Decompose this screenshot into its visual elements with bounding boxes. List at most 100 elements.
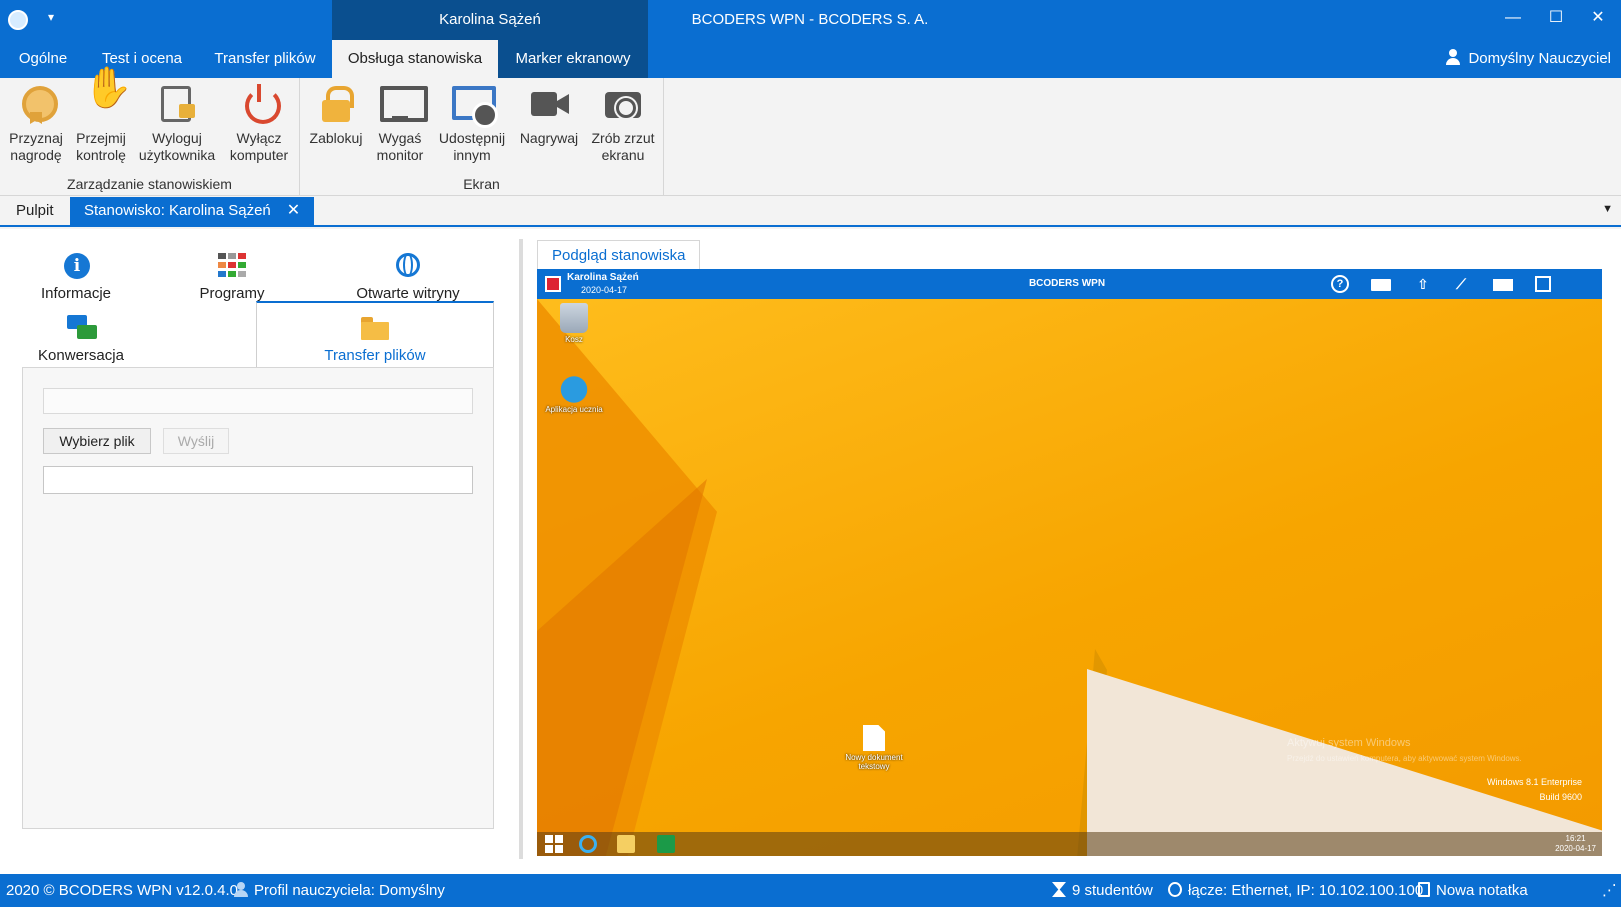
preview-tab[interactable]: Podgląd stanowiska — [537, 240, 701, 270]
award-button[interactable]: Przyznaj nagrodę — [6, 82, 66, 164]
start-icon — [545, 835, 563, 853]
activation-watermark-title: Aktywuj system Windows — [1287, 737, 1411, 749]
teacher-profile[interactable]: Profil nauczyciela: Domyślny — [234, 874, 445, 907]
tab-informacje[interactable]: Informacje — [26, 251, 126, 302]
group-label: Ekran — [463, 176, 500, 192]
user-icon — [234, 882, 248, 897]
user-icon — [1446, 49, 1461, 65]
desktop-icon-student-app: Aplikacja ucznia — [539, 373, 609, 414]
note-icon — [1418, 882, 1430, 897]
remote-date: 2020-04-17 — [581, 285, 628, 295]
doc-tab-label: Stanowisko: Karolina Sążeń — [84, 202, 271, 219]
apps-grid-icon — [216, 251, 248, 281]
transfer-status-field[interactable] — [43, 466, 473, 494]
record-button[interactable]: Nagrywaj — [514, 82, 584, 147]
windows-edition: Windows 8.1 Enterprise Build 9600 — [1486, 777, 1582, 802]
shutdown-button[interactable]: Wyłącz komputer — [222, 82, 296, 164]
remote-student-name: Karolina Sążeń — [567, 272, 639, 283]
upload-icon: ⇧ — [1417, 276, 1429, 292]
tab-transfer-plikow[interactable]: Transfer plików — [202, 40, 328, 78]
connection-info: łącze: Ethernet, IP: 10.102.100.100 — [1168, 874, 1423, 907]
remote-taskbar: 16:21 2020-04-17 — [537, 832, 1602, 856]
close-tab-icon[interactable]: ✕ — [287, 202, 300, 219]
status-bar: 2020 © BCODERS WPN v12.0.4.0 Profil nauc… — [0, 874, 1621, 907]
info-icon — [60, 251, 92, 281]
network-icon — [1168, 882, 1182, 897]
hand-icon — [81, 80, 133, 126]
recycle-bin-icon — [560, 303, 588, 333]
medal-icon — [16, 82, 58, 126]
students-icon — [1052, 882, 1066, 897]
title-bar: ▾ Karolina Sążeń BCODERS WPN - BCODERS S… — [0, 0, 1621, 40]
group-ekran: Zablokuj Wygaś monitor Udostępnij innym … — [300, 78, 664, 196]
file-explorer-icon — [617, 835, 635, 853]
tab-obsluga-stanowiska[interactable]: Obsługa stanowiska — [332, 40, 498, 78]
lock-button[interactable]: Zablokuj — [306, 82, 366, 147]
close-window-button[interactable]: ✕ — [1575, 0, 1621, 36]
tab-transfer-plikow-station[interactable]: Transfer plików — [256, 301, 494, 368]
lock-icon — [316, 82, 356, 126]
maximize-button[interactable]: ☐ — [1533, 0, 1579, 36]
minimize-button[interactable]: — — [1490, 0, 1536, 36]
chart-icon: ⟋ — [1456, 276, 1466, 292]
context-title: Karolina Sążeń — [332, 0, 648, 40]
monitor-off-button[interactable]: Wygaś monitor — [370, 82, 430, 164]
students-count[interactable]: 9 studentów — [1052, 874, 1153, 907]
file-path-field[interactable] — [43, 388, 473, 414]
remote-app-title: BCODERS WPN — [1028, 278, 1106, 289]
station-preview[interactable]: Karolina Sążeń 2020-04-17 BCODERS WPN ? … — [537, 269, 1602, 856]
desktop-icon-recycle-bin: Kosz — [539, 303, 609, 344]
quick-access-dropdown[interactable]: ▾ — [48, 10, 54, 24]
folder-open-icon — [359, 313, 391, 343]
pane-splitter[interactable] — [519, 239, 523, 859]
remote-clock: 16:21 2020-04-17 — [1555, 834, 1596, 853]
tab-programy[interactable]: Programy — [172, 251, 292, 302]
camera-icon — [603, 82, 643, 126]
app-logo-icon — [545, 276, 561, 292]
new-note-button[interactable]: Nowa notatka — [1418, 874, 1528, 907]
doc-tab-station[interactable]: Stanowisko: Karolina Sążeń ✕ — [70, 197, 315, 225]
current-user[interactable]: Domyślny Nauczyciel — [1446, 40, 1611, 78]
tab-konwersacja[interactable]: Konwersacja — [26, 313, 136, 364]
folder-icon — [1371, 279, 1391, 291]
send-button[interactable]: Wyślij — [163, 428, 229, 454]
group-label: Zarządzanie stanowiskiem — [67, 176, 232, 192]
window-title: BCODERS WPN - BCODERS S. A. — [691, 11, 929, 28]
monitor-icon — [380, 82, 428, 126]
choose-file-button[interactable]: Wybierz plik — [43, 428, 151, 454]
document-tab-bar: Pulpit Stanowisko: Karolina Sążeń ✕ ▼ — [0, 197, 1621, 227]
version-info: 2020 © BCODERS WPN v12.0.4.0 — [6, 882, 238, 899]
video-camera-icon — [529, 82, 569, 126]
help-icon: ? — [1331, 275, 1349, 293]
group-zarzadzanie-stanowiskiem: Przyznaj nagrodę Przejmij kontrolę Wylog… — [0, 78, 300, 196]
store-icon — [657, 835, 675, 853]
file-transfer-panel: Wybierz plik Wyślij — [22, 367, 494, 829]
tab-ogolne[interactable]: Ogólne — [4, 40, 82, 78]
station-panel: Informacje Programy Otwarte witryny Konw… — [22, 241, 510, 857]
ribbon: Przyznaj nagrodę Przejmij kontrolę Wylog… — [0, 78, 1621, 196]
power-icon — [239, 82, 281, 126]
resize-grip-icon[interactable]: ⋰ — [1602, 874, 1617, 907]
ribbon-tab-bar: Ogólne Test i ocena Transfer plików Obsł… — [0, 40, 1621, 78]
main-content: Informacje Programy Otwarte witryny Konw… — [0, 229, 1621, 874]
current-user-label: Domyślny Nauczyciel — [1468, 50, 1611, 67]
app-logo-icon[interactable] — [8, 10, 28, 30]
chat-icon — [65, 313, 97, 343]
share-screen-icon — [452, 82, 498, 128]
doc-tab-pulpit[interactable]: Pulpit — [2, 197, 68, 225]
owl-icon — [560, 373, 588, 403]
share-screen-button[interactable]: Udostępnij innym — [434, 82, 510, 164]
text-document-icon — [863, 725, 885, 751]
screenshot-button[interactable]: Zrób zrzut ekranu — [586, 82, 660, 164]
internet-explorer-icon — [579, 835, 597, 853]
mail-icon — [1493, 279, 1513, 291]
logout-user-button[interactable]: Wyloguj użytkownika — [134, 82, 220, 164]
tab-marker-ekranowy[interactable]: Marker ekranowy — [498, 40, 648, 78]
tab-otwarte-witryny[interactable]: Otwarte witryny — [328, 251, 488, 302]
note-icon — [1535, 276, 1551, 292]
desktop-icon-text-doc: Nowy dokument tekstowy — [839, 725, 909, 771]
globe-icon — [392, 251, 424, 281]
logout-user-icon — [157, 82, 197, 126]
take-control-button[interactable]: Przejmij kontrolę — [70, 80, 133, 164]
tabs-dropdown-icon[interactable]: ▼ — [1602, 203, 1613, 215]
